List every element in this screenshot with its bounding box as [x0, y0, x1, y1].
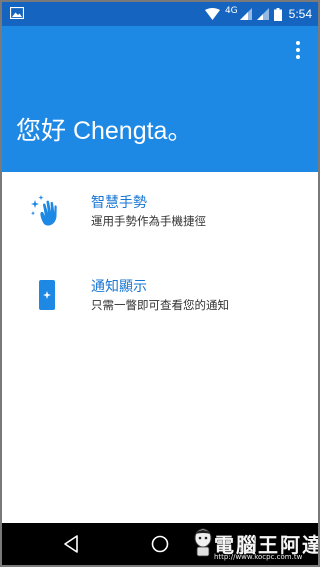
home-icon[interactable]	[150, 534, 170, 554]
feature-text: 通知顯示 只需一瞥即可查看您的通知	[91, 279, 229, 313]
battery-icon	[273, 7, 282, 21]
app-header: 您好 Chengta。	[2, 26, 318, 172]
feature-text: 智慧手勢 運用手勢作為手機捷徑	[91, 195, 206, 229]
feature-title: 智慧手勢	[91, 195, 147, 211]
feature-subtitle: 只需一瞥即可查看您的通知	[91, 298, 229, 312]
phone-notification-icon	[39, 280, 55, 310]
list-item-notification-display[interactable]: 通知顯示 只需一瞥即可查看您的通知	[2, 266, 318, 340]
image-icon	[10, 7, 24, 19]
status-time: 5:54	[288, 7, 312, 21]
screen: 4G 5:54 您好 Chengta。 智慧手勢 運用手勢作為手機捷徑 通知顯示…	[2, 2, 318, 565]
network-type-label: 4G	[224, 5, 238, 16]
cell-signal-icon	[239, 8, 252, 20]
feature-subtitle: 運用手勢作為手機捷徑	[91, 214, 206, 228]
navigation-bar	[2, 523, 318, 565]
status-icons: 4G 5:54	[204, 2, 312, 26]
feature-title: 通知顯示	[91, 279, 147, 295]
greeting-title: 您好 Chengta。	[16, 117, 193, 145]
device-frame: 4G 5:54 您好 Chengta。 智慧手勢 運用手勢作為手機捷徑 通知顯示…	[0, 0, 320, 567]
overflow-menu-icon[interactable]	[286, 38, 310, 62]
back-icon[interactable]	[62, 534, 82, 554]
cell-signal-icon	[256, 8, 269, 20]
status-bar: 4G 5:54	[2, 2, 318, 26]
wifi-icon	[204, 8, 220, 20]
wave-hand-icon	[31, 195, 57, 226]
recents-icon[interactable]	[238, 534, 258, 554]
list-item-smart-gestures[interactable]: 智慧手勢 運用手勢作為手機捷徑	[2, 182, 318, 256]
